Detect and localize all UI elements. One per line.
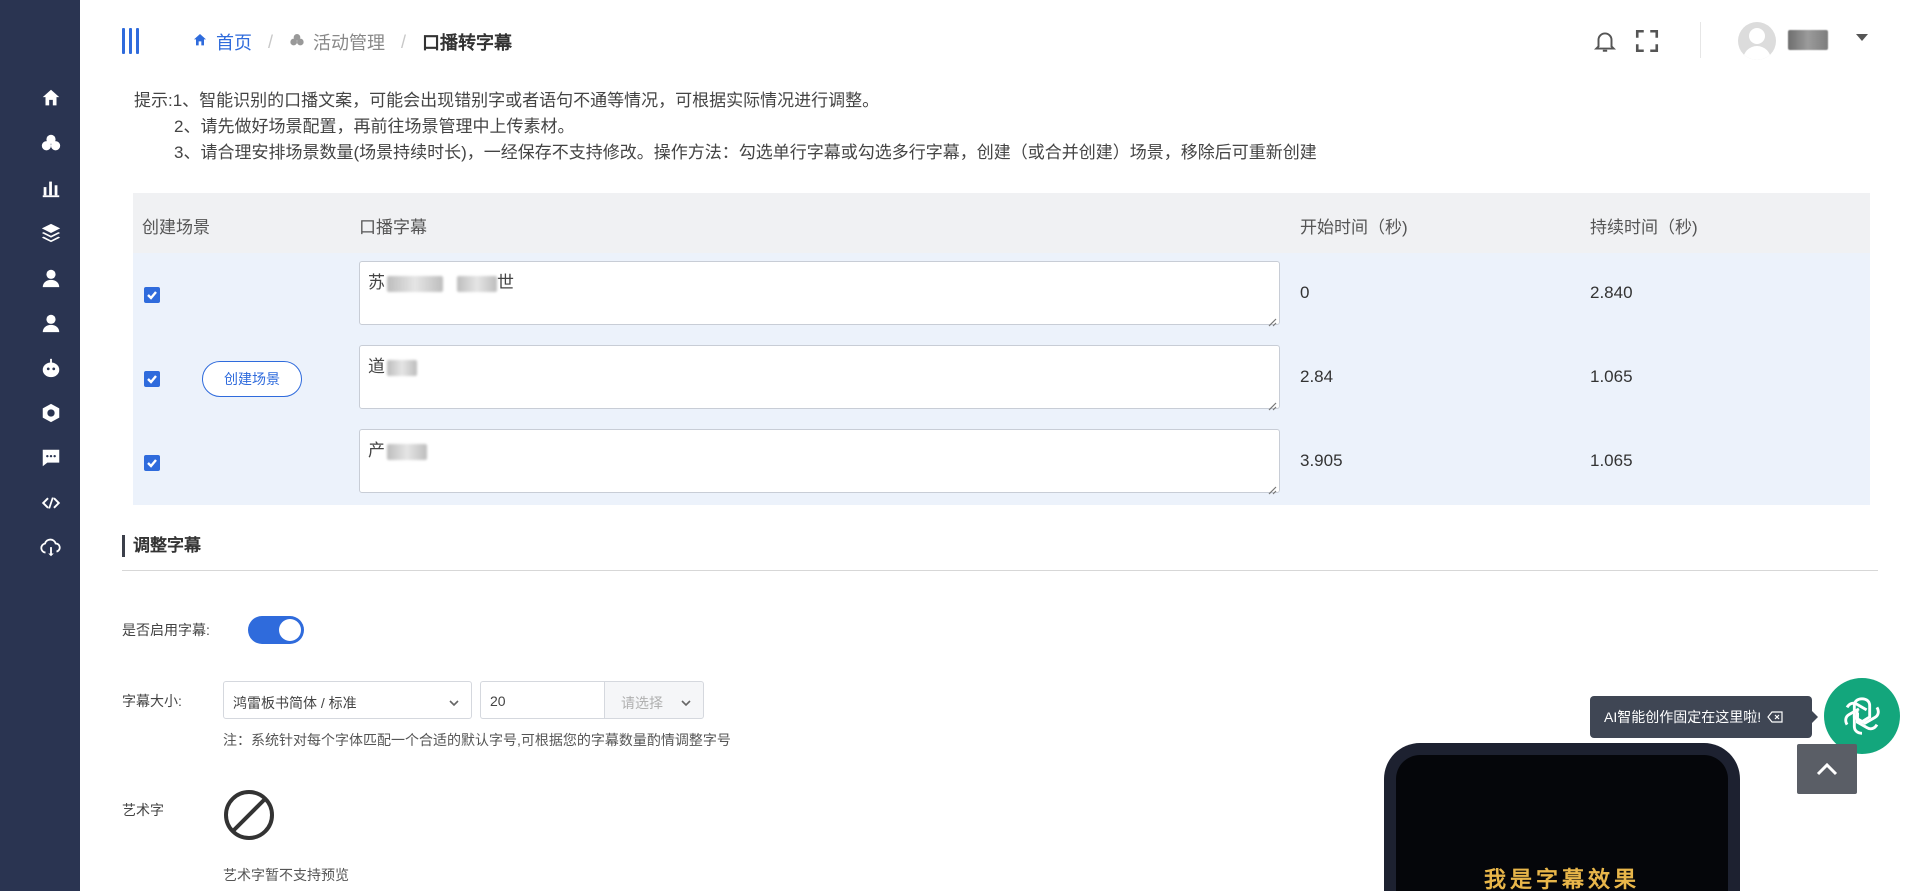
row-checkbox[interactable] <box>144 371 160 387</box>
redacted-text <box>387 443 427 460</box>
subtitle-textarea[interactable]: 产 <box>359 429 1280 495</box>
row-start-time: 0 <box>1300 283 1310 302</box>
breadcrumb-home-label: 首页 <box>216 33 252 53</box>
subtitle-table: 创建场景 口播字幕 开始时间（秒) 持续时间（秒) 苏世 0 2.840 创建场… <box>133 193 1870 505</box>
chat-icon[interactable] <box>40 447 62 469</box>
breadcrumb-current: 口播转字幕 <box>422 33 513 53</box>
font-size-select[interactable]: 请选择 <box>604 681 704 719</box>
layers-icon[interactable] <box>40 222 62 244</box>
redacted-text <box>387 275 443 292</box>
preview-screen: 我是字幕效果 <box>1396 755 1728 891</box>
top-header: 首页 / 活动管理 / 口播转字幕 <box>80 0 1920 86</box>
fullscreen-icon[interactable] <box>1634 28 1660 54</box>
enable-subtitle-toggle[interactable] <box>248 616 304 644</box>
preview-subtitle-text: 我是字幕效果 <box>1483 867 1640 891</box>
section-title: 调整字幕 <box>122 535 201 557</box>
tip-line-2: 2、请先做好场景配置，再前往场景管理中上传素材。 <box>174 117 575 136</box>
row-checkbox[interactable] <box>144 287 160 303</box>
settings-hexagon-icon[interactable] <box>40 402 62 424</box>
ai-logo-icon <box>1844 697 1880 735</box>
chevron-down-icon[interactable] <box>1856 34 1868 41</box>
no-art-text-icon[interactable] <box>223 789 275 841</box>
breadcrumb-separator: / <box>401 31 407 52</box>
user-alt-icon[interactable] <box>40 312 62 334</box>
font-size-note: 注：系统针对每个字体匹配一个合适的默认字号,可根据您的字幕数量酌情调整字号 <box>223 732 731 748</box>
enable-subtitle-label: 是否启用字幕: <box>122 622 210 638</box>
chevron-up-icon <box>1816 762 1838 776</box>
breadcrumb: 首页 / 活动管理 / 口播转字幕 <box>192 29 512 55</box>
back-to-top-button[interactable] <box>1797 744 1857 794</box>
resize-handle-icon[interactable] <box>1267 480 1277 495</box>
row-start-time: 2.84 <box>1300 367 1334 386</box>
create-scene-button[interactable]: 创建场景 <box>202 361 302 397</box>
row-checkbox[interactable] <box>144 455 160 471</box>
ai-tooltip: AI智能创作固定在这里啦! <box>1590 696 1818 738</box>
font-size-input[interactable]: 20 <box>480 681 604 719</box>
chart-icon[interactable] <box>40 177 62 199</box>
resize-handle-icon[interactable] <box>1267 312 1277 327</box>
redacted-text <box>387 359 417 376</box>
phone-preview: 我是字幕效果 <box>1384 743 1740 891</box>
row-duration: 2.840 <box>1590 283 1633 302</box>
code-icon[interactable] <box>40 492 62 514</box>
breadcrumb-home[interactable]: 首页 <box>192 29 252 55</box>
row-duration: 1.065 <box>1590 451 1633 470</box>
user-icon[interactable] <box>40 267 62 289</box>
breadcrumb-activity-label: 活动管理 <box>313 33 386 53</box>
font-select[interactable]: 鸿雷板书简体 / 标准 <box>223 681 472 719</box>
subtitle-textarea[interactable]: 道 <box>359 345 1280 411</box>
robot-icon[interactable] <box>40 357 62 379</box>
section-divider <box>122 570 1878 571</box>
chevron-down-icon <box>681 695 691 707</box>
menu-toggle-icon[interactable] <box>122 28 142 54</box>
tips: 提示:1、智能识别的口播文案，可能会出现错别字或者语句不通等情况，可根据实际情况… <box>134 88 1317 166</box>
header-divider <box>1700 22 1701 58</box>
redacted-text <box>457 275 497 292</box>
table-header: 创建场景 口播字幕 开始时间（秒) 持续时间（秒) <box>133 193 1870 253</box>
header-duration: 持续时间（秒) <box>1590 218 1698 237</box>
font-size-select-placeholder: 请选择 <box>621 695 663 711</box>
username-redacted[interactable] <box>1788 30 1828 50</box>
resize-handle-icon[interactable] <box>1267 396 1277 411</box>
subtitle-textarea[interactable]: 苏世 <box>359 261 1280 327</box>
cloud-download-icon[interactable] <box>40 537 62 559</box>
font-size-value: 20 <box>490 693 506 709</box>
header-start-time: 开始时间（秒) <box>1300 218 1408 237</box>
art-text-note: 艺术字暂不支持预览 <box>223 867 349 883</box>
table-row: 产 3.905 1.065 <box>133 421 1870 505</box>
sidebar <box>0 0 80 891</box>
ai-assistant-button[interactable] <box>1824 678 1900 754</box>
table-row: 苏世 0 2.840 <box>133 253 1870 337</box>
font-select-value: 鸿雷板书简体 / 标准 <box>233 695 357 711</box>
chevron-down-icon <box>449 695 459 707</box>
header-create-scene: 创建场景 <box>142 218 210 237</box>
art-text-label: 艺术字 <box>122 802 164 818</box>
tip-line-3: 3、请合理安排场景数量(场景持续时长)，一经保存不支持修改。操作方法：勾选单行字… <box>174 143 1317 162</box>
subtitle-size-label: 字幕大小: <box>122 693 182 709</box>
home-icon[interactable] <box>40 87 62 109</box>
bell-icon[interactable] <box>1592 28 1618 54</box>
header-subtitle: 口播字幕 <box>359 218 427 237</box>
table-row: 创建场景 道 2.84 1.065 <box>133 337 1870 421</box>
ai-tooltip-text: AI智能创作固定在这里啦! <box>1604 709 1762 725</box>
row-start-time: 3.905 <box>1300 451 1343 470</box>
home-icon <box>192 32 208 53</box>
breadcrumb-separator: / <box>268 31 274 52</box>
tip-line-1: 提示:1、智能识别的口播文案，可能会出现错别字或者语句不通等情况，可根据实际情况… <box>134 91 880 110</box>
row-duration: 1.065 <box>1590 367 1633 386</box>
main-content: 首页 / 活动管理 / 口播转字幕 提示:1、智能识别的口播文案，可能会出现错别… <box>80 0 1920 891</box>
activity-icon <box>289 32 305 53</box>
avatar[interactable] <box>1738 22 1776 60</box>
activity-icon[interactable] <box>40 132 62 154</box>
breadcrumb-activity[interactable]: 活动管理 <box>289 29 385 55</box>
close-icon[interactable] <box>1767 711 1783 723</box>
